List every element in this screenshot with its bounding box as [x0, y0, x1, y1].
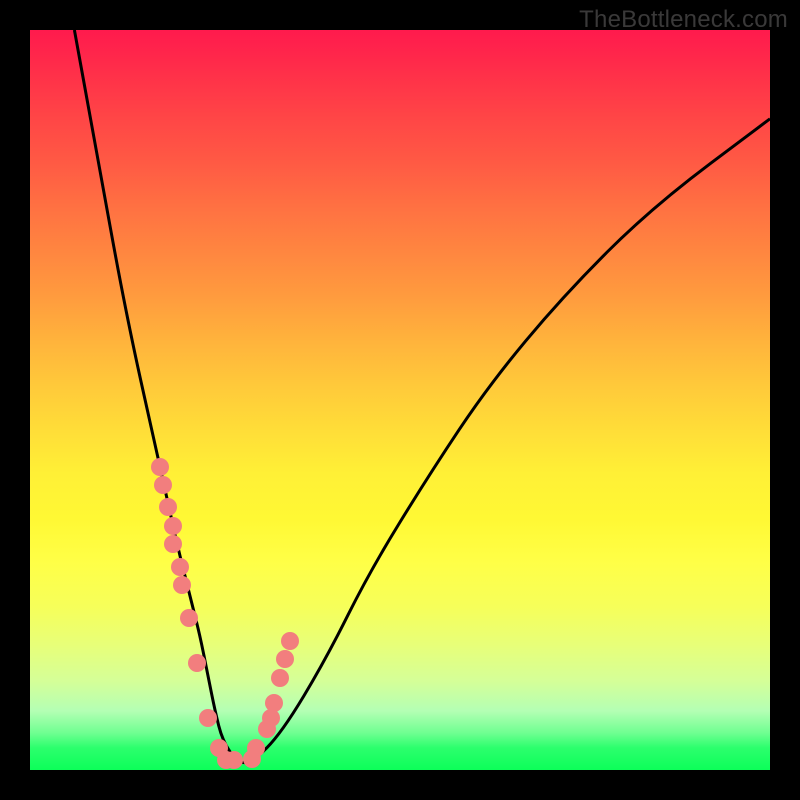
data-point	[225, 751, 243, 769]
bottleneck-curve	[74, 30, 770, 763]
data-point	[271, 669, 289, 687]
watermark-text: TheBottleneck.com	[579, 6, 788, 34]
chart-frame: TheBottleneck.com	[0, 0, 800, 800]
data-point	[151, 458, 169, 476]
data-point	[164, 517, 182, 535]
plot-area	[30, 30, 770, 770]
data-point	[188, 654, 206, 672]
data-point	[171, 558, 189, 576]
curve-svg	[30, 30, 770, 770]
data-point	[164, 535, 182, 553]
data-point	[199, 709, 217, 727]
data-point	[281, 632, 299, 650]
data-point	[262, 709, 280, 727]
